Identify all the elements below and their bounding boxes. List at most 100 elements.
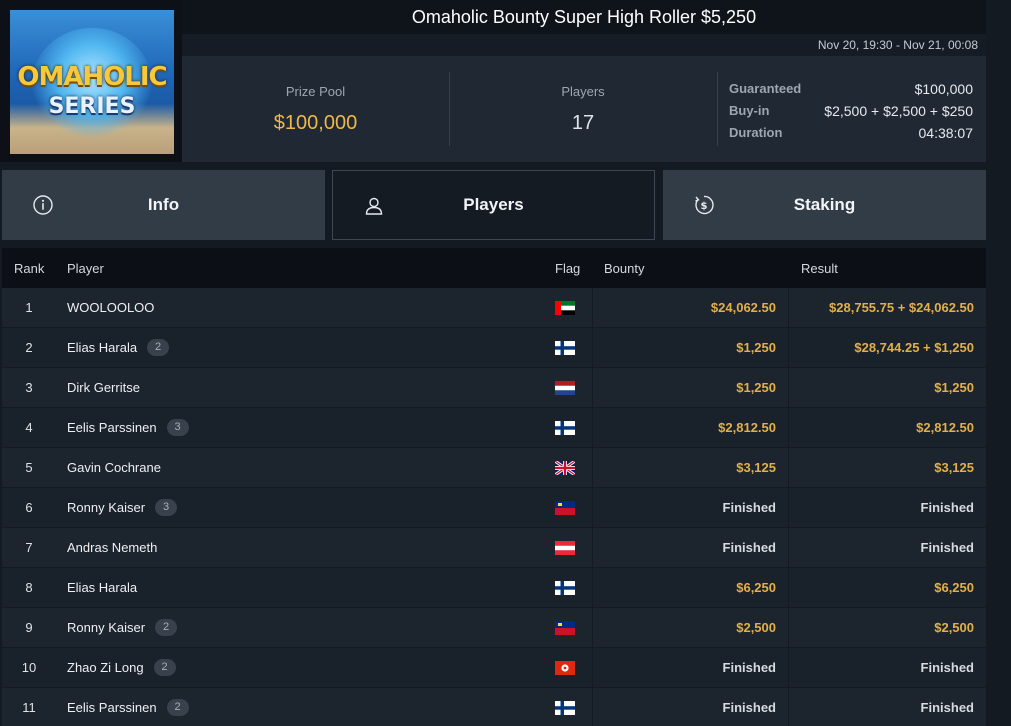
entries-badge: 2 [166,699,189,716]
bounty-cell: Finished [592,487,789,528]
player-name[interactable]: Elias Harala [67,340,137,355]
result-cell: $2,500 [789,620,986,635]
table-row[interactable]: 3 Dirk Gerritse $1,250 $1,250 [2,367,986,408]
table-row[interactable]: 4 Eelis Parssinen 3 $2,812.50 $2,812.50 [2,407,986,448]
flag-cell [544,608,592,648]
result-value: Finished [920,540,974,555]
bounty-value: $1,250 [736,380,776,395]
player-name[interactable]: WOOLOOLOO [67,300,154,315]
result-value: Finished [920,700,974,715]
bounty-cell: $24,062.50 [592,287,789,328]
player-cell: Andras Nemeth [56,540,544,555]
prize-pool-value: $100,000 [273,112,358,134]
header-bounty[interactable]: Bounty [592,248,789,288]
result-cell: $28,744.25 + $1,250 [789,340,986,355]
rank-cell: 10 [21,660,37,675]
player-name[interactable]: Eelis Parssinen [67,700,157,715]
player-name[interactable]: Eelis Parssinen [67,420,157,435]
prize-pool-stat: Prize Pool $100,000 [182,56,449,162]
table-row[interactable]: 8 Elias Harala $6,250 $6,250 [2,567,986,608]
player-cell: Zhao Zi Long 2 [56,659,544,676]
detail-value: $100,000 [914,81,973,97]
flag-cell [544,448,592,488]
svg-text:$: $ [701,201,708,212]
result-cell: $6,250 [789,580,986,595]
uae-flag-icon [555,300,575,315]
stats-divider [717,72,718,146]
result-value: Finished [920,500,974,515]
flag-cell [544,488,592,528]
logo-image: OMAHOLIC SERIES [10,10,174,154]
rank-cell: 2 [25,340,33,355]
rank-cell: 6 [25,500,33,515]
rank-cell: 3 [25,380,33,395]
dollar-coin-icon: $ [695,195,714,215]
player-name[interactable]: Dirk Gerritse [67,380,140,395]
header-rank[interactable]: Rank [2,261,56,276]
tab-info[interactable]: Info [2,170,325,240]
logo-text-bottom: SERIES [48,94,136,119]
player-cell: Eelis Parssinen 3 [56,419,544,436]
finland-flag-icon [555,580,575,595]
entries-badge: 3 [166,419,189,436]
flag-cell [544,568,592,608]
result-value: $3,125 [934,460,974,475]
tab-players[interactable]: Players [332,170,655,240]
player-name[interactable]: Ronny Kaiser [67,500,145,515]
player-name[interactable]: Zhao Zi Long [67,660,144,675]
bounty-value: $3,125 [736,460,776,475]
bounty-value: $6,250 [736,580,776,595]
tab-staking[interactable]: $ Staking [663,170,986,240]
table-header: Rank Player Flag Bounty Result [2,248,986,288]
player-name[interactable]: Andras Nemeth [67,540,157,555]
header-flag[interactable]: Flag [544,248,592,288]
table-row[interactable]: 10 Zhao Zi Long 2 Finished Finished [2,647,986,688]
bounty-cell: Finished [592,527,789,568]
player-cell: Eelis Parssinen 2 [56,699,544,716]
header-player[interactable]: Player [56,261,544,276]
table-row[interactable]: 1 WOOLOOLOO $24,062.50 $28,755.75 + $24,… [2,287,986,328]
result-value: $2,500 [934,620,974,635]
result-value: Finished [920,660,974,675]
entries-badge: 2 [153,659,176,676]
result-value: $28,744.25 + $1,250 [854,340,974,355]
entries-badge: 2 [155,619,178,636]
bounty-value: Finished [722,540,776,555]
bounty-value: Finished [722,500,776,515]
player-cell: Ronny Kaiser 3 [56,499,544,516]
user-icon [365,197,383,215]
table-row[interactable]: 6 Ronny Kaiser 3 Finished Finished [2,487,986,528]
detail-key: Buy-in [729,103,770,118]
players-label: Players [561,84,605,99]
player-name[interactable]: Elias Harala [67,580,137,595]
header-result[interactable]: Result [789,261,986,276]
flag-cell [544,328,592,368]
table-row[interactable]: 11 Eelis Parssinen 2 Finished Finished [2,687,986,726]
flag-cell [544,648,592,688]
table-row[interactable]: 2 Elias Harala 2 $1,250 $28,744.25 + $1,… [2,327,986,368]
table-row[interactable]: 5 Gavin Cochrane $3,125 $3,125 [2,447,986,488]
detail-value: $2,500 + $2,500 + $250 [824,103,973,119]
player-name[interactable]: Gavin Cochrane [67,460,161,475]
bounty-cell: $1,250 [592,327,789,368]
player-name[interactable]: Ronny Kaiser [67,620,145,635]
result-value: $1,250 [934,380,974,395]
table-row[interactable]: 7 Andras Nemeth Finished Finished [2,527,986,568]
bounty-cell: Finished [592,687,789,726]
finland-flag-icon [555,340,575,355]
rank-cell: 11 [22,700,36,715]
bounty-value: $1,250 [736,340,776,355]
hong-kong-flag-icon [555,660,575,675]
bounty-cell: $3,125 [592,447,789,488]
player-cell: WOOLOOLOO [56,300,544,315]
bounty-cell: $2,812.50 [592,407,789,448]
table-row[interactable]: 9 Ronny Kaiser 2 $2,500 $2,500 [2,607,986,648]
finland-flag-icon [555,700,575,715]
bounty-cell: Finished [592,647,789,688]
tournament-dates: Nov 20, 19:30 - Nov 21, 00:08 [182,34,986,56]
bounty-value: Finished [722,700,776,715]
players-table: Rank Player Flag Bounty Result 1 WOOLOOL… [2,248,986,726]
player-cell: Ronny Kaiser 2 [56,619,544,636]
result-value: $2,812.50 [916,420,974,435]
flag-cell [544,368,592,408]
